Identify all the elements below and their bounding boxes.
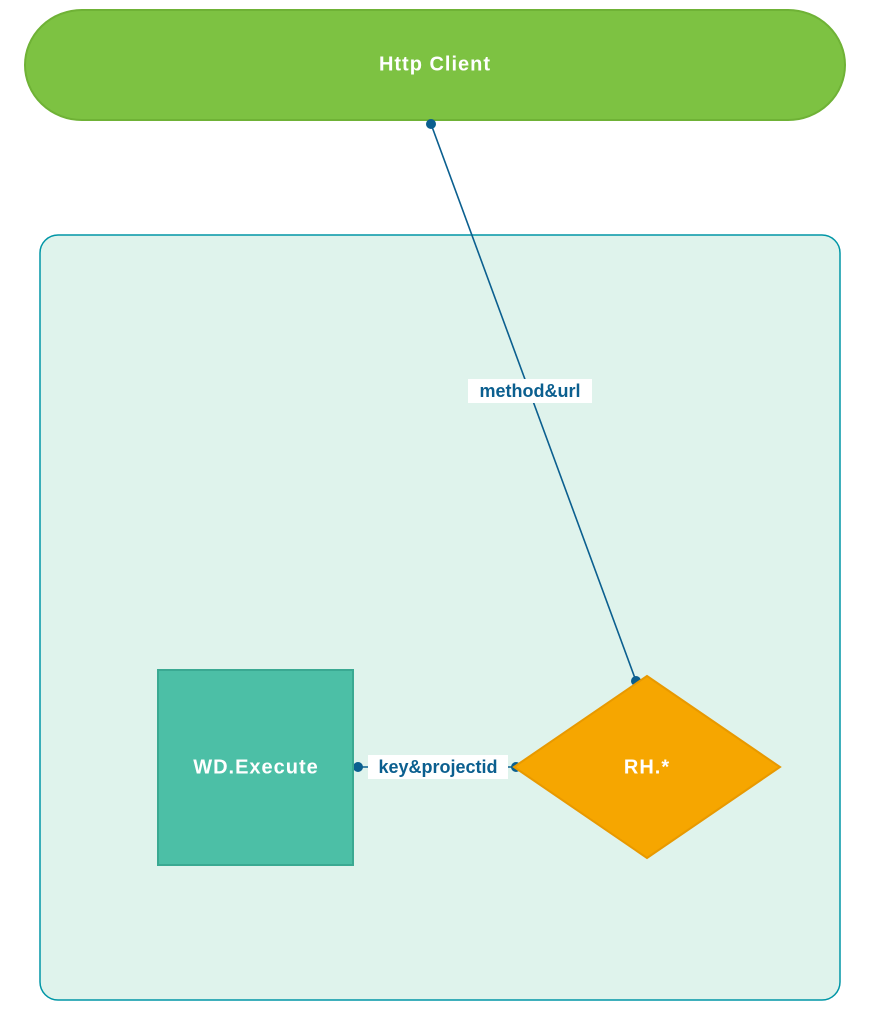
container-box xyxy=(40,235,840,1000)
node-wd-execute: WD.Execute xyxy=(158,670,353,865)
diagram-canvas: Http Client method&url key&projectid WD.… xyxy=(0,0,870,1034)
edge-key-projectid: key&projectid xyxy=(353,755,521,779)
node-http-client-label: Http Client xyxy=(379,53,491,75)
node-wd-execute-label: WD.Execute xyxy=(193,756,319,778)
node-http-client: Http Client xyxy=(25,10,845,120)
node-rh-star-label: RH.* xyxy=(624,756,670,778)
edge-key-projectid-label: key&projectid xyxy=(378,757,497,777)
edge-method-url-label: method&url xyxy=(480,381,581,401)
